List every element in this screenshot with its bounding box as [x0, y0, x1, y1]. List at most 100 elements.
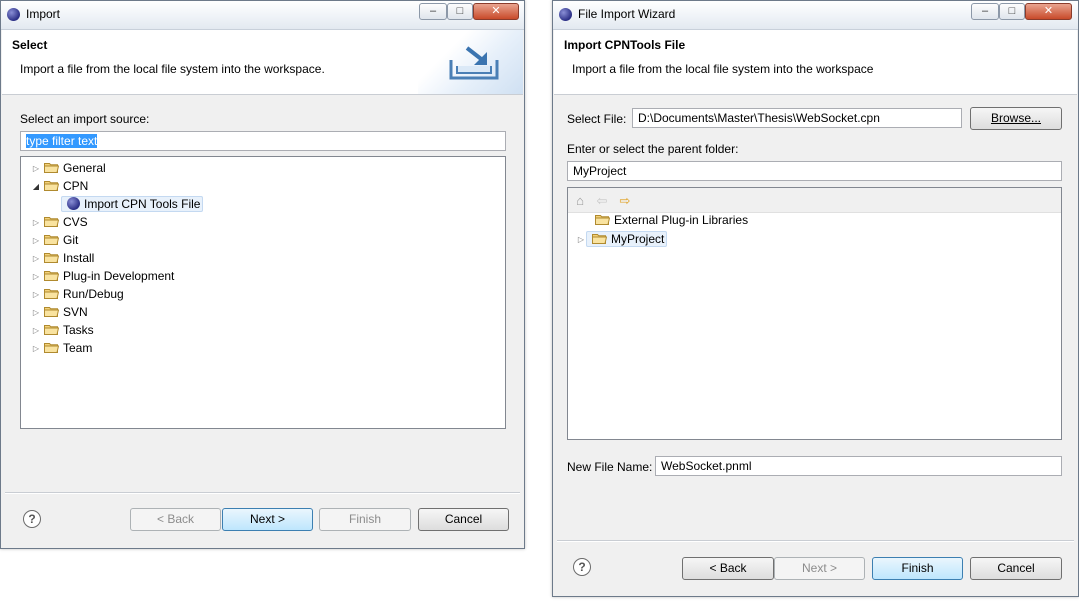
file-import-wizard-dialog: File Import Wizard – □ ✕ Import CPNTools…: [552, 0, 1079, 597]
expand-arrow-icon[interactable]: ▷: [31, 286, 41, 304]
tree-item-cpn[interactable]: ◢ CPN: [31, 177, 88, 195]
browse-button[interactable]: Browse...: [970, 107, 1062, 130]
new-file-name-input[interactable]: WebSocket.pnml: [655, 456, 1062, 476]
tree-item-label: MyProject: [611, 232, 665, 246]
folder-icon: [44, 270, 59, 281]
folder-icon: [44, 288, 59, 299]
tree-item-label: Plug-in Development: [63, 269, 175, 283]
tree-item-label: Import CPN Tools File: [84, 197, 201, 211]
tree-item-install[interactable]: ▷ Install: [31, 249, 94, 267]
folder-icon: [44, 162, 59, 173]
close-button[interactable]: ✕: [473, 3, 519, 20]
tree-item-label: Team: [63, 341, 93, 355]
folder-icon: [44, 306, 59, 317]
next-button[interactable]: Next >: [222, 508, 313, 531]
folder-icon: [44, 324, 59, 335]
header-banner: [418, 30, 523, 94]
tree-item-label: CPN: [63, 179, 89, 193]
title-bar: File Import Wizard – □ ✕: [553, 1, 1078, 30]
folder-icon: [44, 342, 59, 353]
cancel-button[interactable]: Cancel: [970, 557, 1062, 580]
wizard-header: Import CPNTools File Import a file from …: [554, 30, 1077, 95]
cpn-tools-icon: [67, 197, 80, 211]
button-bar-separator: [5, 492, 520, 494]
new-file-name-label: New File Name:: [567, 460, 653, 474]
expand-arrow-icon[interactable]: ▷: [31, 340, 41, 358]
folder-open-icon: [44, 180, 59, 191]
header-description: Import a file from the local file system…: [20, 62, 325, 76]
tree-item-label: External Plug-in Libraries: [614, 213, 749, 227]
expand-arrow-icon[interactable]: ▷: [31, 214, 41, 232]
minimize-button[interactable]: –: [419, 3, 447, 20]
folder-icon: [44, 252, 59, 263]
import-source-tree[interactable]: ▷ General ◢ CPN Import CPN Tools File ▷ CVS…: [20, 156, 506, 429]
button-bar-separator: [557, 540, 1074, 542]
expand-arrow-icon[interactable]: ▷: [31, 268, 41, 286]
select-file-label: Select File:: [567, 112, 627, 126]
wizard-header: Select Import a file from the local file…: [2, 30, 523, 95]
title-bar: Import – □ ✕: [1, 1, 524, 30]
import-wizard-icon: [449, 46, 499, 80]
folder-icon: [595, 214, 610, 225]
expand-arrow-icon[interactable]: ▷: [31, 250, 41, 268]
collapse-arrow-icon[interactable]: ◢: [31, 178, 41, 196]
next-button[interactable]: Next >: [774, 557, 865, 580]
tree-item-tasks[interactable]: ▷ Tasks: [31, 321, 94, 339]
folder-icon: [44, 216, 59, 227]
expand-arrow-icon[interactable]: ▷: [576, 231, 586, 249]
tree-item-label: Install: [63, 251, 95, 265]
expand-arrow-icon[interactable]: ▷: [31, 160, 41, 178]
maximize-button[interactable]: □: [447, 3, 473, 20]
tree-item-team[interactable]: ▷ Team: [31, 339, 92, 357]
tree-item-plugin-development[interactable]: ▷ Plug-in Development: [31, 267, 174, 285]
folder-icon: [44, 234, 59, 245]
maximize-button[interactable]: □: [999, 3, 1025, 20]
tree-item-label: Tasks: [63, 323, 94, 337]
tree-item-label: SVN: [63, 305, 88, 319]
expand-arrow-icon[interactable]: ▷: [31, 304, 41, 322]
filter-placeholder: type filter text: [26, 134, 98, 148]
parent-folder-label: Enter or select the parent folder:: [567, 142, 739, 156]
folder-tree[interactable]: ⌂ ⇦ ⇨ External Plug-in Libraries ▷ MyProj…: [567, 187, 1062, 440]
browse-button-label: Browse...: [990, 111, 1041, 125]
back-arrow-icon[interactable]: ⇦: [595, 194, 609, 208]
home-icon[interactable]: ⌂: [573, 194, 587, 208]
back-button[interactable]: < Back: [682, 557, 774, 580]
minimize-button[interactable]: –: [971, 3, 999, 20]
tree-item-general[interactable]: ▷ General: [31, 159, 106, 177]
filter-input[interactable]: type filter text: [20, 131, 506, 151]
tree-item-import-cpn-tools-file[interactable]: Import CPN Tools File: [61, 195, 204, 213]
tree-toolbar: ⌂ ⇦ ⇨: [568, 188, 1061, 213]
header-title: Select: [12, 38, 48, 52]
cancel-button[interactable]: Cancel: [418, 508, 509, 531]
tree-item-git[interactable]: ▷ Git: [31, 231, 78, 249]
close-button[interactable]: ✕: [1025, 3, 1072, 20]
import-source-label: Select an import source:: [20, 112, 150, 126]
header-description: Import a file from the local file system…: [572, 62, 874, 76]
import-dialog: Import – □ ✕ Select Import a file from t…: [0, 0, 525, 549]
help-icon[interactable]: ?: [573, 558, 591, 576]
help-icon[interactable]: ?: [23, 510, 41, 528]
expand-arrow-icon[interactable]: ▷: [31, 322, 41, 340]
tree-item-svn[interactable]: ▷ SVN: [31, 303, 88, 321]
tree-item-myproject[interactable]: ▷ MyProject: [576, 230, 668, 249]
parent-folder-input[interactable]: MyProject: [567, 161, 1062, 181]
expand-arrow-icon[interactable]: ▷: [31, 232, 41, 250]
window-title: File Import Wizard: [578, 7, 676, 21]
tree-item-label: Run/Debug: [63, 287, 124, 301]
back-button[interactable]: < Back: [130, 508, 221, 531]
window-title: Import: [26, 7, 61, 21]
header-title: Import CPNTools File: [564, 38, 686, 52]
forward-arrow-icon[interactable]: ⇨: [618, 194, 632, 208]
tree-item-label: CVS: [63, 215, 88, 229]
eclipse-icon: [7, 8, 20, 21]
project-folder-icon: [592, 233, 607, 244]
eclipse-icon: [559, 8, 572, 21]
select-file-input[interactable]: D:\Documents\Master\Thesis\WebSocket.cpn: [632, 108, 962, 128]
finish-button[interactable]: Finish: [872, 557, 963, 580]
tree-item-cvs[interactable]: ▷ CVS: [31, 213, 88, 231]
tree-item-external-plugin-libraries[interactable]: External Plug-in Libraries: [582, 211, 748, 229]
tree-item-run-debug[interactable]: ▷ Run/Debug: [31, 285, 124, 303]
tree-item-label: Git: [63, 233, 79, 247]
finish-button[interactable]: Finish: [319, 508, 411, 531]
